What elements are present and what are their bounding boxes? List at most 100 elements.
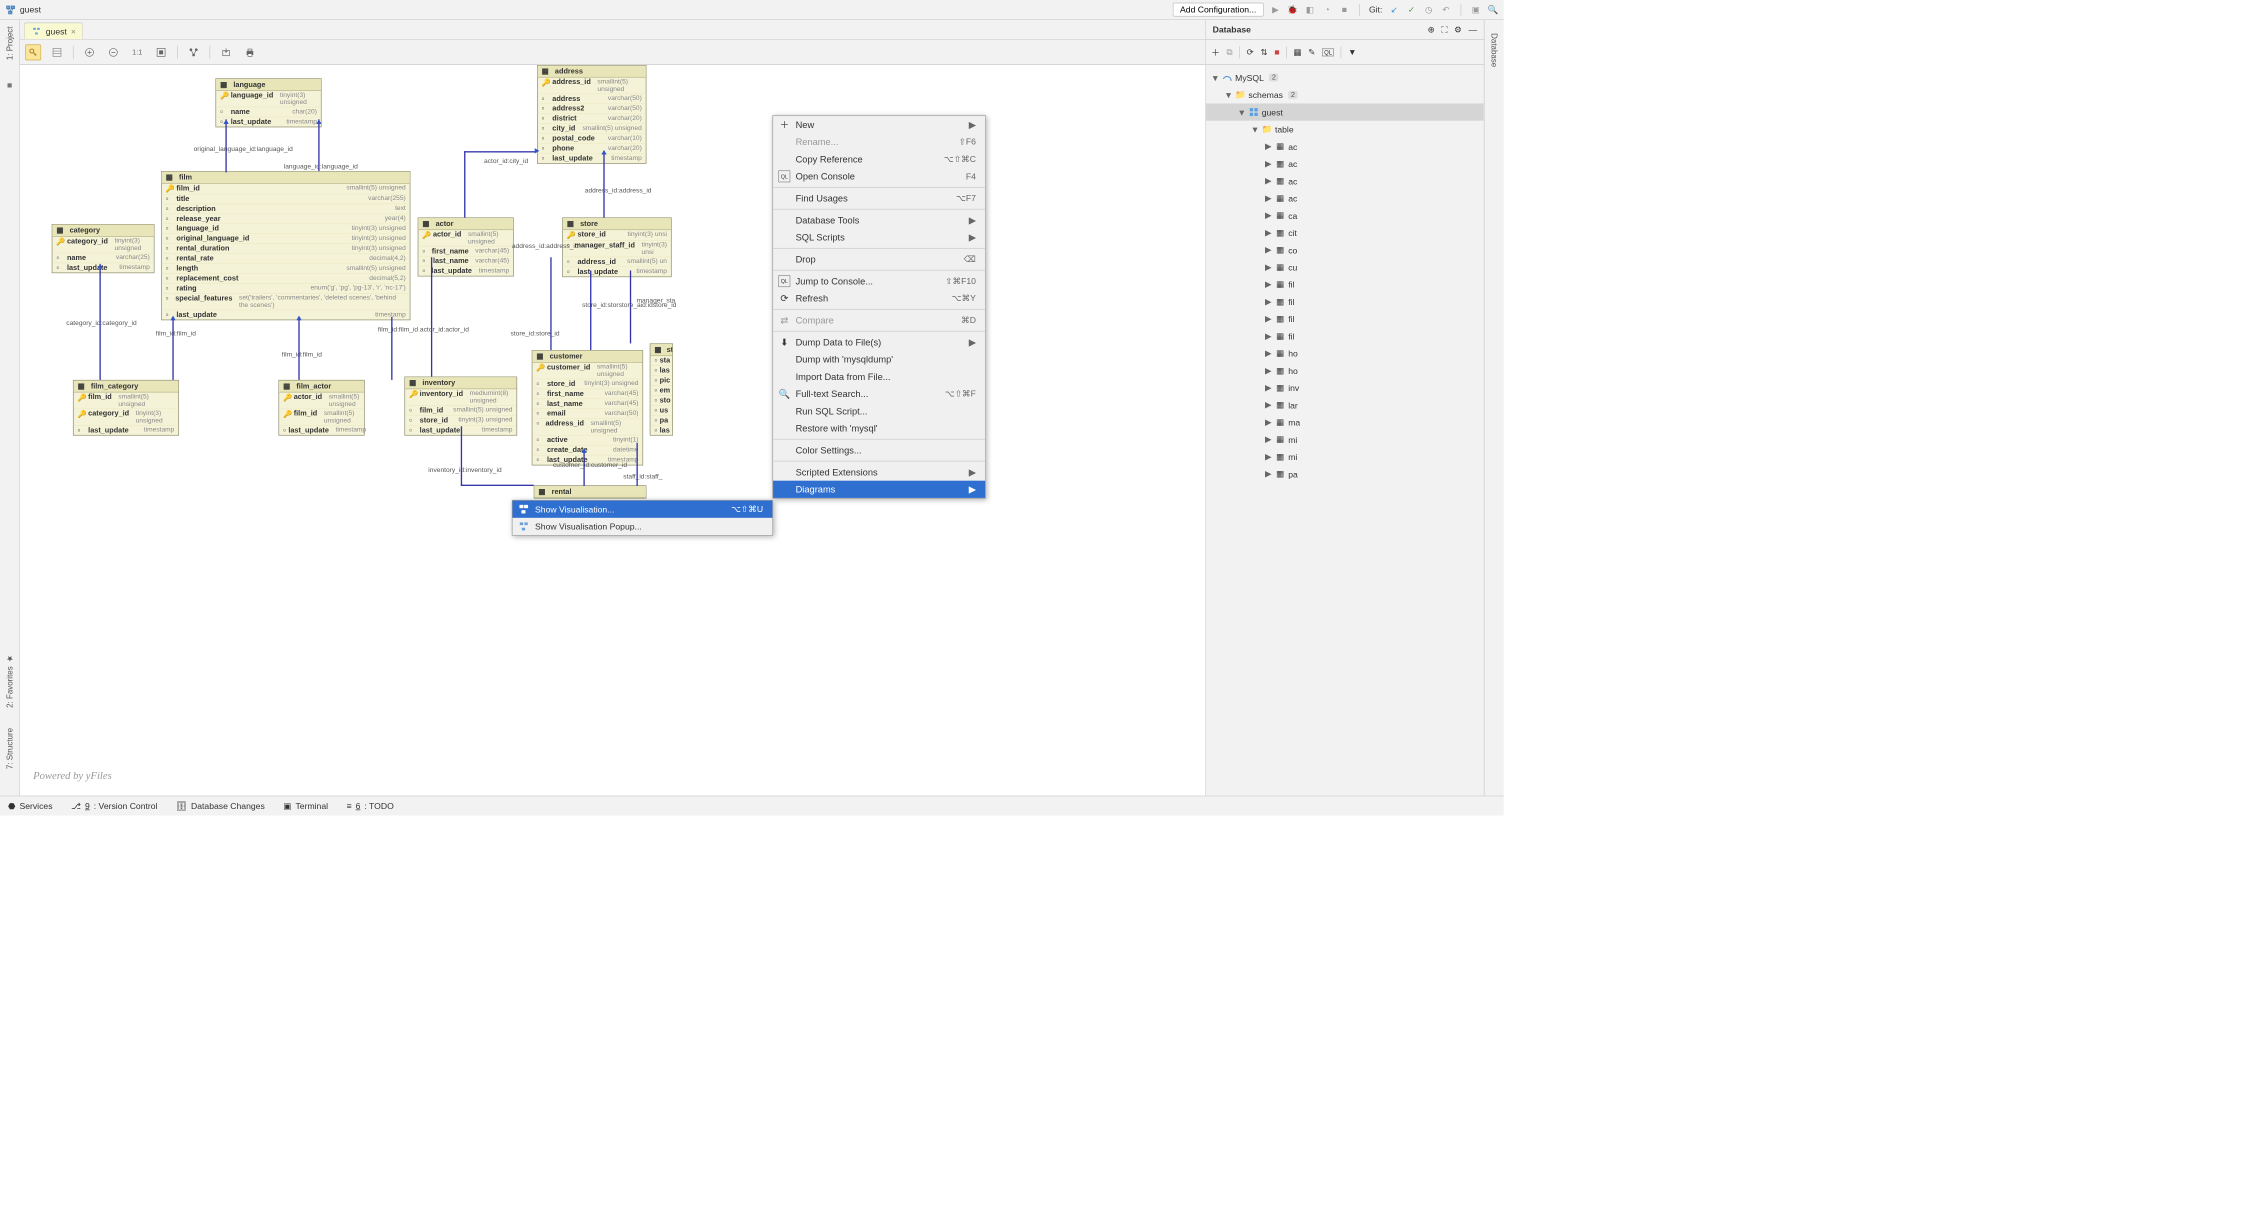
menu-restore[interactable]: Restore with 'mysql' — [773, 420, 985, 437]
menu-copy-reference[interactable]: Copy Reference⌥⇧⌘C — [773, 151, 985, 168]
menu-fulltext-search[interactable]: 🔍Full-text Search...⌥⇧⌘F — [773, 385, 985, 402]
menu-diagrams[interactable]: Diagrams▶ — [773, 481, 985, 498]
debug-icon[interactable]: 🐞 — [1287, 4, 1298, 15]
diagram-canvas[interactable]: Powered by yFiles ▦language🔑language_idt… — [20, 65, 1205, 796]
tree-table-item[interactable]: ▶▦cit — [1206, 224, 1484, 241]
sync-icon[interactable]: ⇅ — [1261, 47, 1268, 58]
tree-schemas[interactable]: ▼ 📁 schemas 2 — [1206, 86, 1484, 103]
menu-new[interactable]: ＋New▶ — [773, 116, 985, 133]
settings-icon[interactable]: ⚙ — [1454, 24, 1462, 35]
tab-guest[interactable]: guest × — [24, 23, 83, 40]
er-table-staff[interactable]: ▦sta▫sta▫las▫pic▫em▫sto▫us▫pa▫las — [650, 343, 673, 435]
submenu-show-visualisation-popup[interactable]: Show Visualisation Popup... — [512, 518, 772, 535]
er-table-category[interactable]: ▦category🔑category_idtinyint(3) unsigned… — [52, 224, 155, 273]
bottom-todo[interactable]: ≡6: TODO — [347, 801, 394, 811]
tree-table-item[interactable]: ▶▦pa — [1206, 465, 1484, 482]
target-icon[interactable]: ⊕ — [1428, 24, 1435, 35]
er-table-address[interactable]: ▦address🔑address_idsmallint(5) unsigned▫… — [537, 65, 646, 164]
export-icon[interactable] — [218, 44, 234, 60]
rail-database[interactable]: Database — [1489, 33, 1498, 67]
er-table-rental[interactable]: ▦rental — [534, 485, 647, 498]
tree-table-item[interactable]: ▶▦co — [1206, 241, 1484, 258]
menu-database-tools[interactable]: Database Tools▶ — [773, 211, 985, 228]
profile-icon[interactable]: ◔ — [1322, 4, 1333, 15]
zoom-in-icon[interactable] — [82, 44, 98, 60]
menu-refresh[interactable]: ⟳Refresh⌥⌘Y — [773, 290, 985, 307]
menu-compare[interactable]: ⇄Compare⌘D — [773, 312, 985, 329]
menu-open-console[interactable]: QLOpen ConsoleF4 — [773, 168, 985, 185]
minimize-icon[interactable]: — — [1469, 24, 1478, 35]
expand-icon[interactable]: ⛶ — [1442, 24, 1448, 35]
tree-table-item[interactable]: ▶▦fil — [1206, 310, 1484, 327]
add-icon[interactable]: ＋ — [1211, 46, 1220, 59]
menu-scripted-extensions[interactable]: Scripted Extensions▶ — [773, 463, 985, 480]
menu-sql-scripts[interactable]: SQL Scripts▶ — [773, 229, 985, 246]
rail-favorites[interactable]: 2: Favorites ★ — [5, 655, 14, 709]
project-structure-icon[interactable]: ▣ — [1471, 4, 1482, 15]
tree-table-item[interactable]: ▶▦lar — [1206, 396, 1484, 413]
tree-table-item[interactable]: ▶▦cu — [1206, 259, 1484, 276]
tree-table-item[interactable]: ▶▦ac — [1206, 190, 1484, 207]
er-table-customer[interactable]: ▦customer🔑customer_idsmallint(5) unsigne… — [532, 350, 643, 465]
bottom-db-changes[interactable]: 🗄Database Changes — [176, 801, 265, 812]
breadcrumb[interactable]: guest — [5, 4, 41, 15]
git-revert-icon[interactable]: ↶ — [1441, 4, 1452, 15]
tree-table-item[interactable]: ▶▦ho — [1206, 345, 1484, 362]
menu-jump-to-console[interactable]: QLJump to Console...⇧⌘F10 — [773, 272, 985, 289]
run-icon[interactable]: ▶ — [1270, 4, 1281, 15]
tree-table-item[interactable]: ▶▦fil — [1206, 293, 1484, 310]
tree-datasource[interactable]: ▼ MySQL 2 — [1206, 69, 1484, 86]
search-icon[interactable]: 🔍 — [1488, 4, 1499, 15]
tree-table-item[interactable]: ▶▦ac — [1206, 138, 1484, 155]
zoom-out-icon[interactable] — [105, 44, 121, 60]
rail-structure[interactable]: 7: Structure — [5, 728, 14, 769]
layout-icon[interactable] — [186, 44, 202, 60]
menu-find-usages[interactable]: Find Usages⌥F7 — [773, 190, 985, 207]
menu-import-data[interactable]: Import Data from File... — [773, 368, 985, 385]
menu-drop[interactable]: Drop⌫ — [773, 251, 985, 268]
menu-run-sql[interactable]: Run SQL Script... — [773, 402, 985, 419]
tree-table-item[interactable]: ▶▦mi — [1206, 448, 1484, 465]
all-columns-icon[interactable] — [49, 44, 65, 60]
edit-icon[interactable]: ✎ — [1308, 47, 1315, 58]
tree-table-item[interactable]: ▶▦fil — [1206, 276, 1484, 293]
tree-table-item[interactable]: ▶▦ac — [1206, 155, 1484, 172]
coverage-icon[interactable]: ◧ — [1305, 4, 1316, 15]
print-icon[interactable] — [242, 44, 258, 60]
er-table-store[interactable]: ▦store🔑store_idtinyint(3) unsi▫manager_s… — [562, 217, 671, 277]
tree-table-item[interactable]: ▶▦fil — [1206, 328, 1484, 345]
menu-dump-data[interactable]: ⬇Dump Data to File(s)▶ — [773, 333, 985, 350]
tree-table-item[interactable]: ▶▦ho — [1206, 362, 1484, 379]
er-table-film[interactable]: ▦film🔑film_idsmallint(5) unsigned▫titlev… — [161, 171, 410, 320]
stop-icon[interactable]: ■ — [1339, 4, 1350, 15]
menu-mysqldump[interactable]: Dump with 'mysqldump' — [773, 351, 985, 368]
er-table-language[interactable]: ▦language🔑language_idtinyint(3) unsigned… — [215, 78, 321, 127]
git-commit-icon[interactable]: ✓ — [1406, 4, 1417, 15]
er-table-film-category[interactable]: ▦film_category🔑film_idsmallint(5) unsign… — [73, 380, 179, 436]
er-table-film-actor[interactable]: ▦film_actor🔑actor_idsmallint(5) unsigned… — [278, 380, 364, 436]
menu-color-settings[interactable]: Color Settings... — [773, 442, 985, 459]
console-icon[interactable]: QL — [1322, 48, 1334, 56]
table-view-icon[interactable]: ▦ — [1294, 47, 1302, 58]
submenu-show-visualisation[interactable]: Show Visualisation...⌥⇧⌘U — [512, 501, 772, 518]
tree-table-item[interactable]: ▶▦mi — [1206, 431, 1484, 448]
tree-schema-guest[interactable]: ▼ guest — [1206, 103, 1484, 120]
git-history-icon[interactable]: ◷ — [1423, 4, 1434, 15]
tree-table-item[interactable]: ▶▦inv — [1206, 379, 1484, 396]
close-icon[interactable]: × — [71, 26, 76, 36]
zoom-reset-icon[interactable]: 1:1 — [129, 44, 145, 60]
filter-icon[interactable]: ▼ — [1348, 47, 1357, 57]
bottom-services[interactable]: ⬣Services — [8, 801, 53, 812]
fit-content-icon[interactable] — [153, 44, 169, 60]
tree-table-item[interactable]: ▶▦ma — [1206, 414, 1484, 431]
tree-tables-folder[interactable]: ▼ 📁 table — [1206, 121, 1484, 138]
menu-rename[interactable]: Rename...⇧F6 — [773, 133, 985, 150]
tree-table-item[interactable]: ▶▦ac — [1206, 172, 1484, 189]
rail-project[interactable]: 1: Project — [5, 27, 14, 61]
add-configuration-button[interactable]: Add Configuration... — [1173, 3, 1264, 17]
duplicate-icon[interactable]: ⧉ — [1227, 47, 1233, 58]
git-update-icon[interactable]: ↙ — [1389, 4, 1400, 15]
refresh-icon[interactable]: ⟳ — [1247, 47, 1254, 58]
tree-table-item[interactable]: ▶▦ca — [1206, 207, 1484, 224]
key-columns-icon[interactable] — [25, 44, 41, 60]
